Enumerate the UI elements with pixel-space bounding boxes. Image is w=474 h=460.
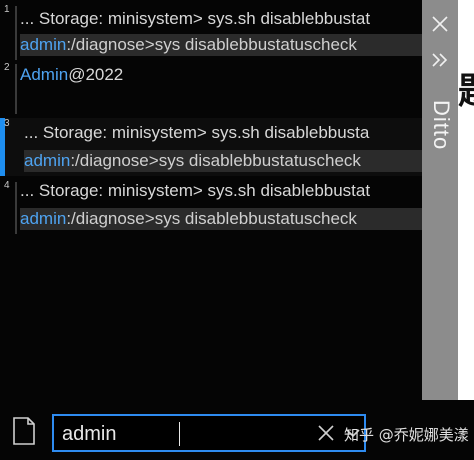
clip-item-3[interactable]: 3 ... Storage: minisystem> sys.sh disabl…: [0, 118, 422, 176]
clip-item-2[interactable]: 2 Admin@2022: [0, 62, 422, 116]
clip-text-line: ... Storage: minisystem> sys.sh disableb…: [24, 122, 422, 144]
watermark: 知乎 @乔妮娜美漾: [344, 426, 469, 444]
search-match: admin: [20, 35, 67, 54]
text-caret: [179, 422, 180, 446]
clip-text: ... Storage: minisystem> sys.sh disableb…: [20, 9, 371, 28]
clip-divider: [15, 182, 17, 234]
clip-text: ... Storage: minisystem> sys.sh disableb…: [20, 181, 371, 200]
clip-text-line: ... Storage: minisystem> sys.sh disableb…: [20, 8, 422, 30]
search-match: admin: [24, 151, 71, 170]
search-match: admin: [20, 209, 67, 228]
clip-item-4[interactable]: 4 ... Storage: minisystem> sys.sh disabl…: [0, 180, 422, 236]
clip-text-line: admin:/diagnose>sys disablebbustatuschec…: [24, 150, 422, 172]
clear-x-icon: [318, 425, 334, 441]
document-icon: [13, 417, 35, 445]
clip-text: ... Storage: minisystem> sys.sh disableb…: [24, 123, 370, 142]
clip-text: :/diagnose>sys disablebbustatuscheck: [66, 35, 357, 54]
search-input[interactable]: [60, 418, 304, 450]
window-title: Ditto: [429, 100, 454, 151]
double-chevron-right-icon: [432, 53, 448, 67]
clip-number: 3: [4, 118, 10, 129]
clip-number: 1: [4, 4, 10, 15]
search-box[interactable]: [52, 414, 366, 452]
close-icon: [432, 16, 448, 32]
close-button[interactable]: [422, 6, 458, 42]
clip-text-line: ... Storage: minisystem> sys.sh disableb…: [20, 180, 422, 202]
clip-text-line: admin:/diagnose>sys disablebbustatuschec…: [20, 34, 422, 56]
clip-divider: [15, 6, 17, 60]
clip-divider: [15, 64, 17, 114]
document-button[interactable]: [12, 416, 36, 446]
clip-text: :/diagnose>sys disablebbustatuscheck: [66, 209, 357, 228]
background-glyph: 题: [458, 62, 474, 122]
clip-number: 2: [4, 62, 10, 73]
clear-search-button[interactable]: [314, 420, 338, 446]
clip-text: :/diagnose>sys disablebbustatuscheck: [70, 151, 361, 170]
clip-item-1[interactable]: 1 ... Storage: minisystem> sys.sh disabl…: [0, 4, 422, 62]
ditto-window: 题 Ditto 1 ... Storage: minisystem> sys.s…: [0, 0, 474, 460]
clip-text-line: admin:/diagnose>sys disablebbustatuschec…: [20, 208, 422, 230]
clip-number: 4: [4, 180, 10, 191]
options-button[interactable]: [422, 44, 458, 76]
clip-list[interactable]: 1 ... Storage: minisystem> sys.sh disabl…: [0, 0, 422, 400]
clip-text-line: Admin@2022: [20, 64, 422, 86]
clip-text: @2022: [68, 65, 124, 84]
search-match: Admin: [20, 65, 69, 84]
